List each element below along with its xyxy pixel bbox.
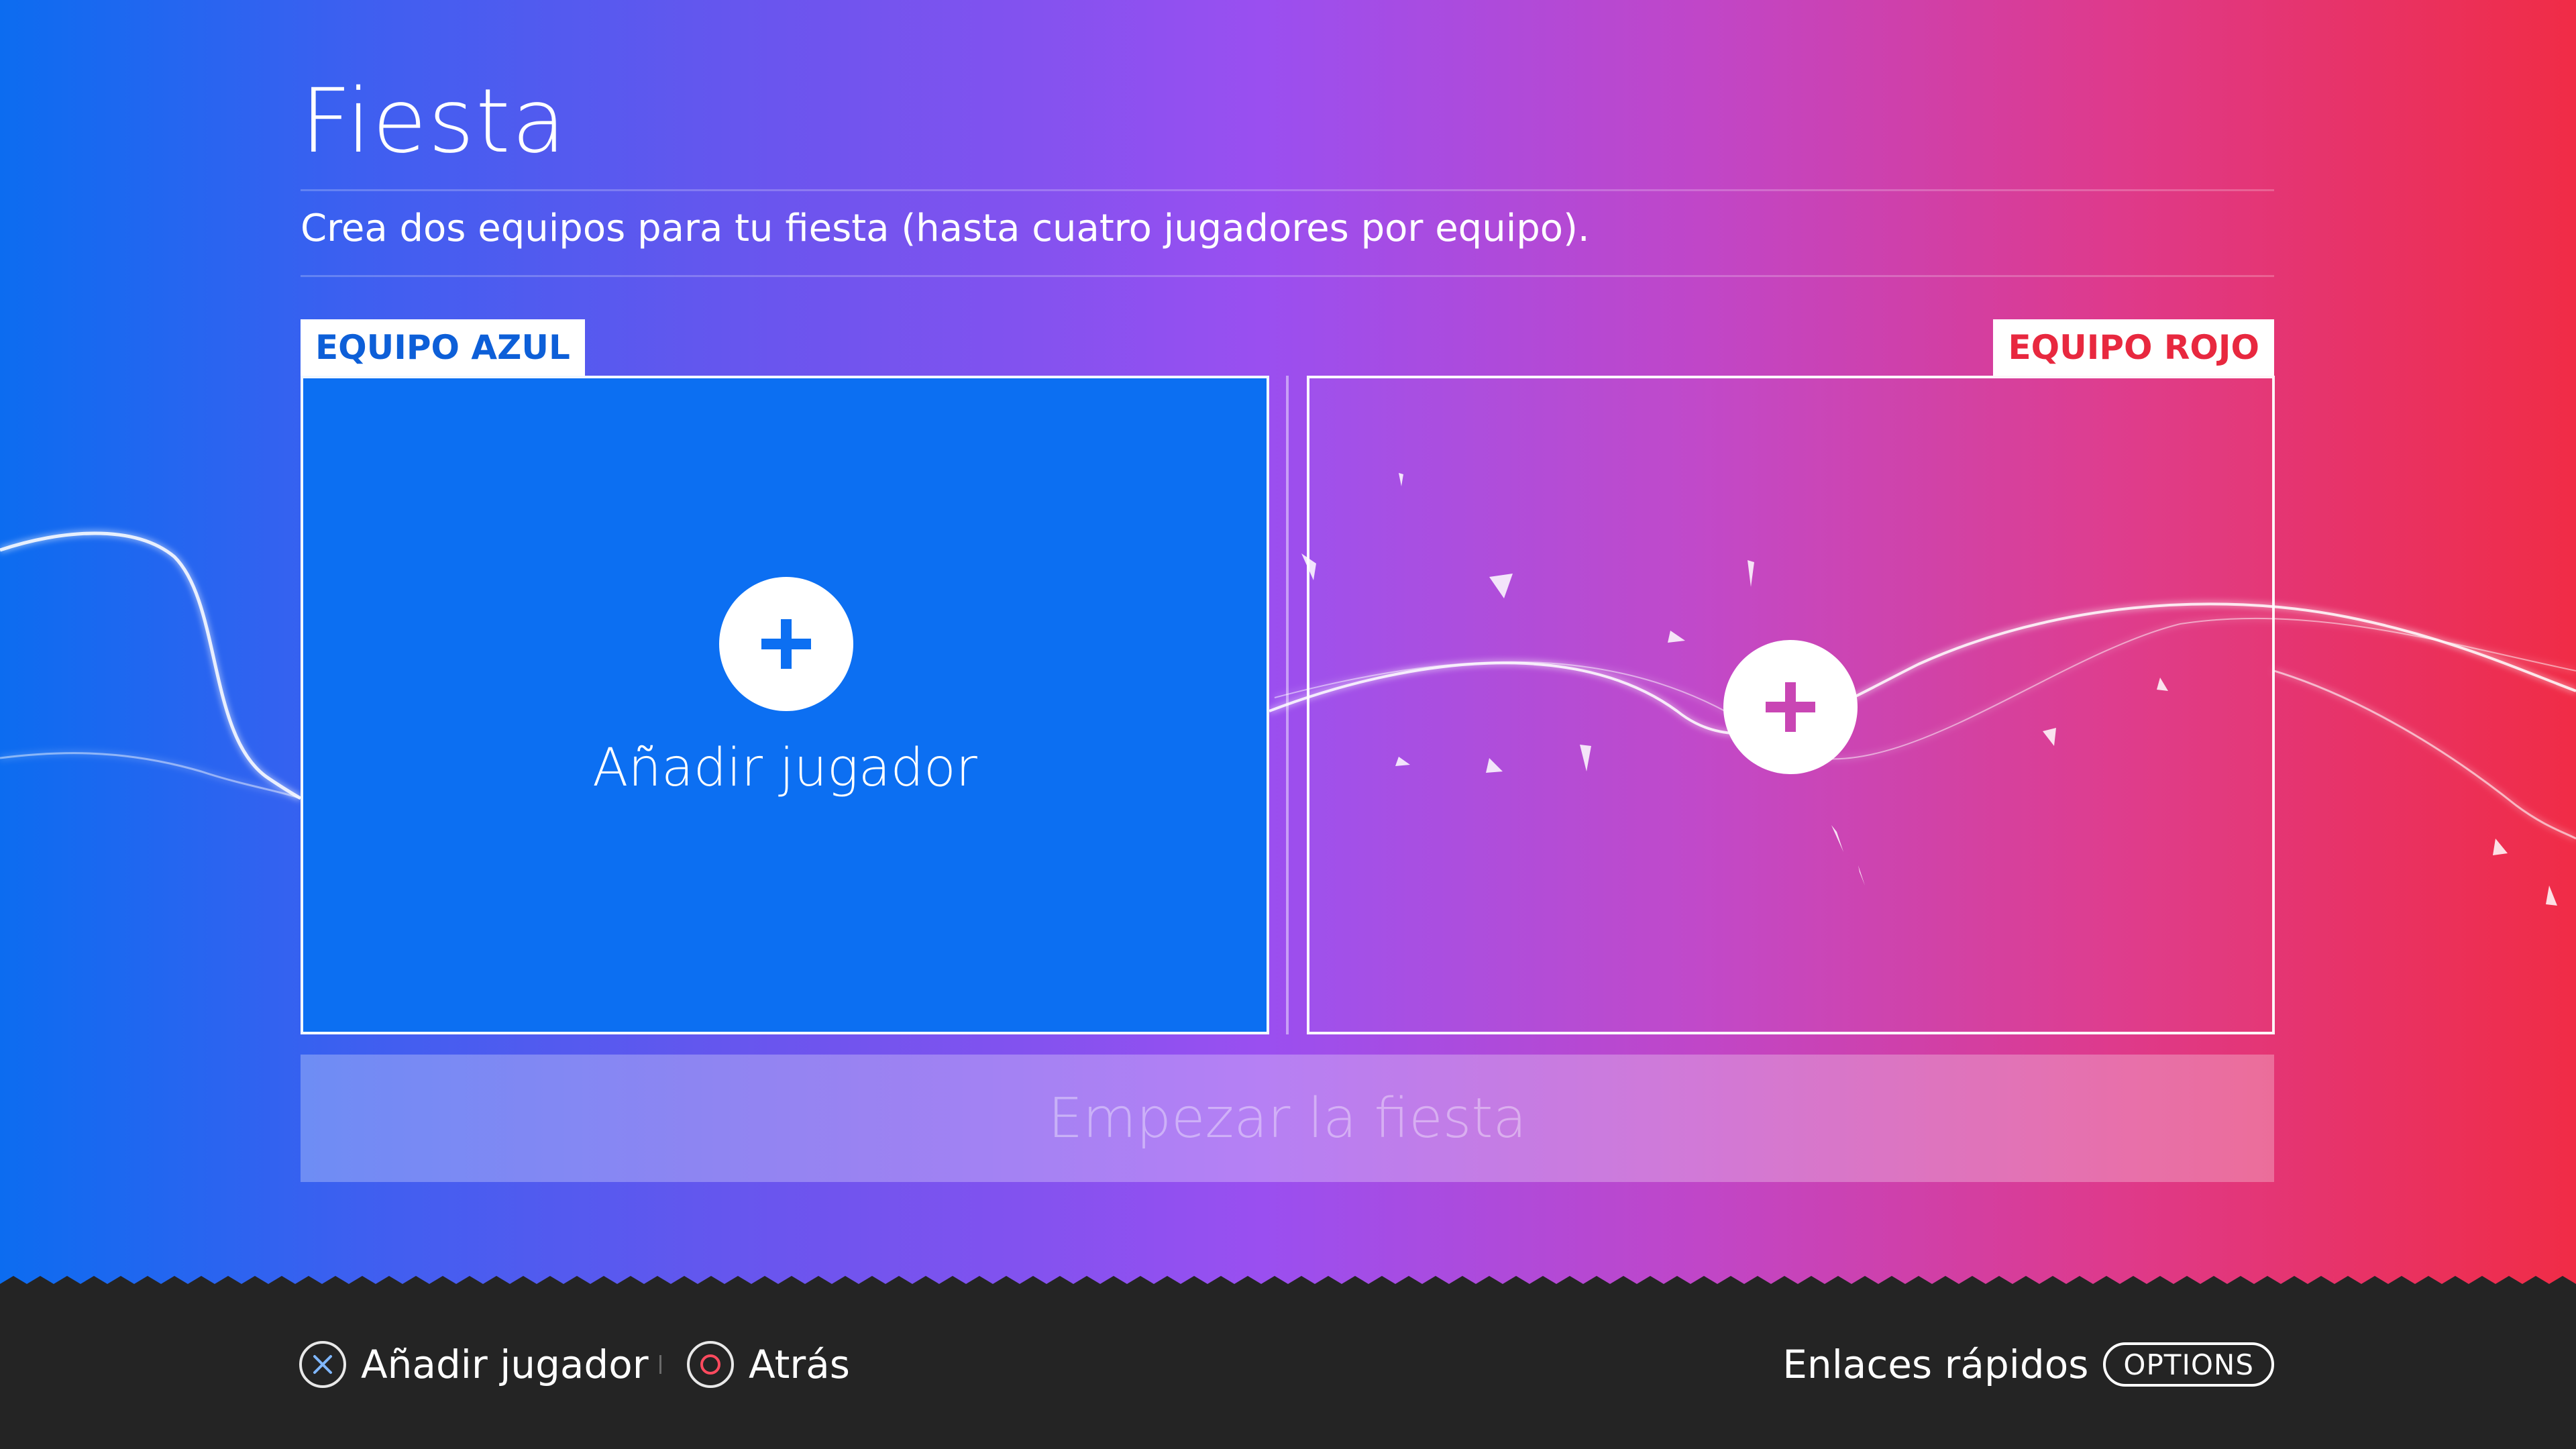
cross-button-icon: [299, 1341, 346, 1388]
quick-links-label: Enlaces rápidos: [1782, 1342, 2089, 1387]
hint-back-label: Atrás: [749, 1342, 851, 1387]
add-player-button-red[interactable]: [1723, 640, 1858, 774]
start-party-button[interactable]: Empezar la fiesta: [301, 1055, 2274, 1182]
team-blue-slot[interactable]: Añadir jugador: [301, 376, 1269, 1034]
subtitle-divider: [301, 275, 2274, 277]
add-player-label: Añadir jugador: [592, 738, 977, 798]
hint-add-player[interactable]: Añadir jugador: [299, 1339, 649, 1390]
title-divider: [301, 189, 2274, 191]
hint-back[interactable]: Atrás: [687, 1339, 850, 1390]
plus-icon: [761, 619, 811, 669]
quick-links[interactable]: Enlaces rápidos OPTIONS: [1782, 1339, 2274, 1390]
party-screen: Fiesta Crea dos equipos para tu fiesta (…: [0, 0, 2576, 1449]
team-blue-label: EQUIPO AZUL: [301, 319, 585, 376]
options-button-icon: OPTIONS: [2103, 1342, 2274, 1387]
footer-bar: Añadir jugador Atrás Enlaces rápidos OPT…: [0, 1295, 2576, 1449]
hint-add-player-label: Añadir jugador: [361, 1342, 649, 1387]
add-player-button-blue[interactable]: [719, 577, 853, 711]
hint-separator: [659, 1355, 661, 1374]
team-red-slot[interactable]: [1307, 376, 2275, 1034]
circle-button-icon: [687, 1341, 734, 1388]
team-divider: [1286, 376, 1289, 1034]
plus-icon: [1766, 682, 1815, 732]
page-title: Fiesta: [301, 70, 568, 173]
team-red-label: EQUIPO ROJO: [1993, 319, 2274, 376]
footer-zigzag-edge: [0, 1276, 2576, 1296]
page-subtitle: Crea dos equipos para tu fiesta (hasta c…: [301, 207, 1590, 250]
